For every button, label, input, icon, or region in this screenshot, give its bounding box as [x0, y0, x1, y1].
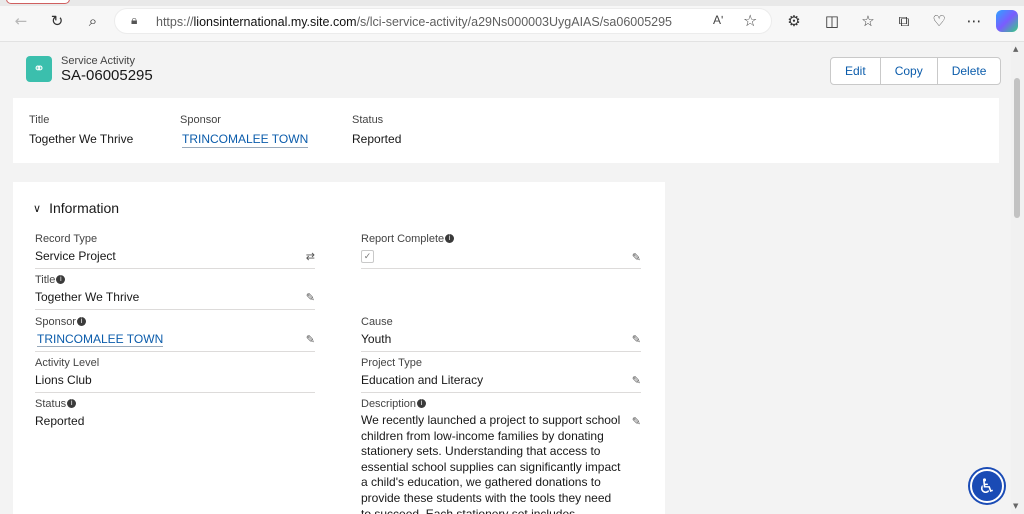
delete-button[interactable]: Delete — [938, 58, 1001, 84]
url-host: lionsinternational.my.site.com — [193, 15, 357, 29]
browser-essentials-icon[interactable]: ♡ — [928, 10, 950, 32]
highlights-panel: Title Together We Thrive Sponsor TRINCOM… — [13, 98, 999, 163]
handshake-icon: ⚭ — [26, 56, 52, 82]
page-scrollbar[interactable]: ▲ ▼ — [1011, 42, 1024, 514]
divider — [361, 392, 641, 393]
field-label: Report Complete — [361, 232, 445, 245]
accessibility-icon[interactable]: ♿︎ — [970, 469, 1004, 503]
highlight-label: Sponsor — [180, 114, 221, 126]
field-value: Service Project — [35, 249, 116, 263]
field-label: Record Type — [35, 232, 98, 245]
favorites-icon[interactable]: ☆ — [857, 10, 879, 32]
url-text[interactable]: https://lionsinternational.my.site.com/s… — [156, 15, 672, 29]
field-label: Cause — [361, 315, 393, 328]
field-activity-level: Activity Level Lions Club — [35, 356, 315, 393]
edit-pencil-icon[interactable]: ✎ — [306, 333, 315, 346]
sponsor-link[interactable]: TRINCOMALEE TOWN — [37, 332, 164, 347]
url-scheme: https:// — [156, 15, 194, 29]
scroll-down-icon[interactable]: ▼ — [1013, 502, 1018, 510]
sponsor-link[interactable]: TRINCOMALEE TOWN — [182, 132, 309, 148]
scroll-up-icon[interactable]: ▲ — [1013, 45, 1018, 53]
highlight-value: Reported — [352, 132, 402, 146]
address-bar[interactable]: 🔒︎ https://lionsinternational.my.site.co… — [114, 8, 772, 34]
divider — [361, 268, 641, 269]
field-project-type: Project Type Education and Literacy ✎ — [361, 356, 641, 393]
field-description: Description i We recently launched a proj… — [361, 397, 641, 514]
field-value: Reported — [35, 414, 85, 428]
record-actions: Edit Copy Delete — [830, 57, 1002, 85]
refresh-icon[interactable]: ↻ — [46, 10, 68, 32]
section-title: Information — [49, 200, 120, 216]
divider — [35, 309, 315, 310]
scrollbar-thumb[interactable] — [1014, 78, 1020, 218]
back-icon[interactable]: ← — [10, 10, 32, 32]
field-value: Education and Literacy — [361, 373, 484, 387]
browser-toolbar: ← ↻ ⌕ 🔒︎ https://lionsinternational.my.s… — [0, 0, 1024, 42]
field-label: Description — [361, 397, 417, 410]
field-label: Activity Level — [35, 356, 100, 369]
lock-icon: 🔒︎ — [131, 13, 138, 27]
edit-pencil-icon[interactable]: ✎ — [632, 415, 641, 428]
field-value: Together We Thrive — [35, 290, 140, 304]
extensions-icon[interactable]: ⚙ — [783, 10, 805, 32]
divider — [35, 392, 315, 393]
field-value: Lions Club — [35, 373, 92, 387]
split-screen-icon[interactable]: ◫ — [821, 10, 843, 32]
active-tab[interactable] — [6, 0, 70, 4]
edit-button[interactable]: Edit — [831, 58, 881, 84]
highlight-status: Status Reported — [352, 114, 401, 146]
favorite-star-icon[interactable]: ☆ — [743, 11, 757, 30]
information-card: ∨ Information Record Type Service Projec… — [13, 182, 665, 514]
info-icon[interactable]: i — [417, 399, 427, 408]
description-text: We recently launched a project to suppor… — [361, 413, 621, 514]
tab-strip — [0, 0, 1024, 6]
field-cause: Cause Youth ✎ — [361, 315, 641, 352]
field-label: Project Type — [361, 356, 422, 369]
more-menu-icon[interactable]: ⋯ — [963, 10, 985, 32]
field-value: Youth — [361, 332, 392, 346]
highlight-value: Together We Thrive — [29, 132, 134, 146]
divider — [35, 351, 315, 352]
read-aloud-icon[interactable]: Aʹ — [713, 13, 723, 27]
field-label: Status — [35, 397, 67, 410]
edit-pencil-icon[interactable]: ✎ — [632, 251, 641, 264]
copilot-icon[interactable] — [996, 10, 1018, 32]
record-number: SA-06005295 — [61, 67, 153, 84]
info-icon[interactable]: i — [56, 275, 66, 284]
highlight-label: Title — [29, 114, 50, 126]
edit-pencil-icon[interactable]: ✎ — [632, 333, 641, 346]
highlight-title: Title Together We Thrive — [29, 114, 133, 146]
search-icon[interactable]: ⌕ — [82, 10, 104, 32]
edit-pencil-icon[interactable]: ✎ — [632, 374, 641, 387]
field-status: Status i Reported — [35, 397, 315, 433]
record-type-label: Service Activity — [61, 55, 135, 67]
collections-icon[interactable]: ⧉ — [893, 10, 915, 32]
copy-button[interactable]: Copy — [881, 58, 938, 84]
divider — [361, 351, 641, 352]
divider — [35, 268, 315, 269]
field-title: Title i Together We Thrive ✎ — [35, 273, 315, 310]
edit-pencil-icon[interactable]: ✎ — [306, 291, 315, 304]
chevron-down-icon: ∨ — [33, 201, 42, 215]
highlight-label: Status — [352, 114, 384, 126]
field-report-complete: Report Complete i ✓ ✎ — [361, 232, 641, 269]
information-section-toggle[interactable]: ∨ Information — [33, 200, 119, 216]
info-icon[interactable]: i — [445, 234, 455, 243]
info-icon[interactable]: i — [76, 317, 86, 326]
field-label: Sponsor — [35, 315, 76, 328]
highlight-sponsor: Sponsor TRINCOMALEE TOWN — [180, 114, 309, 148]
field-sponsor: Sponsor i TRINCOMALEE TOWN ✎ — [35, 315, 315, 352]
url-path: /s/lci-service-activity/a29Ns000003UygAI… — [356, 15, 673, 29]
report-complete-checkbox[interactable]: ✓ — [361, 250, 374, 263]
field-label: Title — [35, 273, 56, 286]
field-record-type: Record Type Service Project ⇄ — [35, 232, 315, 269]
change-record-type-icon[interactable]: ⇄ — [306, 250, 315, 263]
info-icon[interactable]: i — [67, 399, 77, 408]
